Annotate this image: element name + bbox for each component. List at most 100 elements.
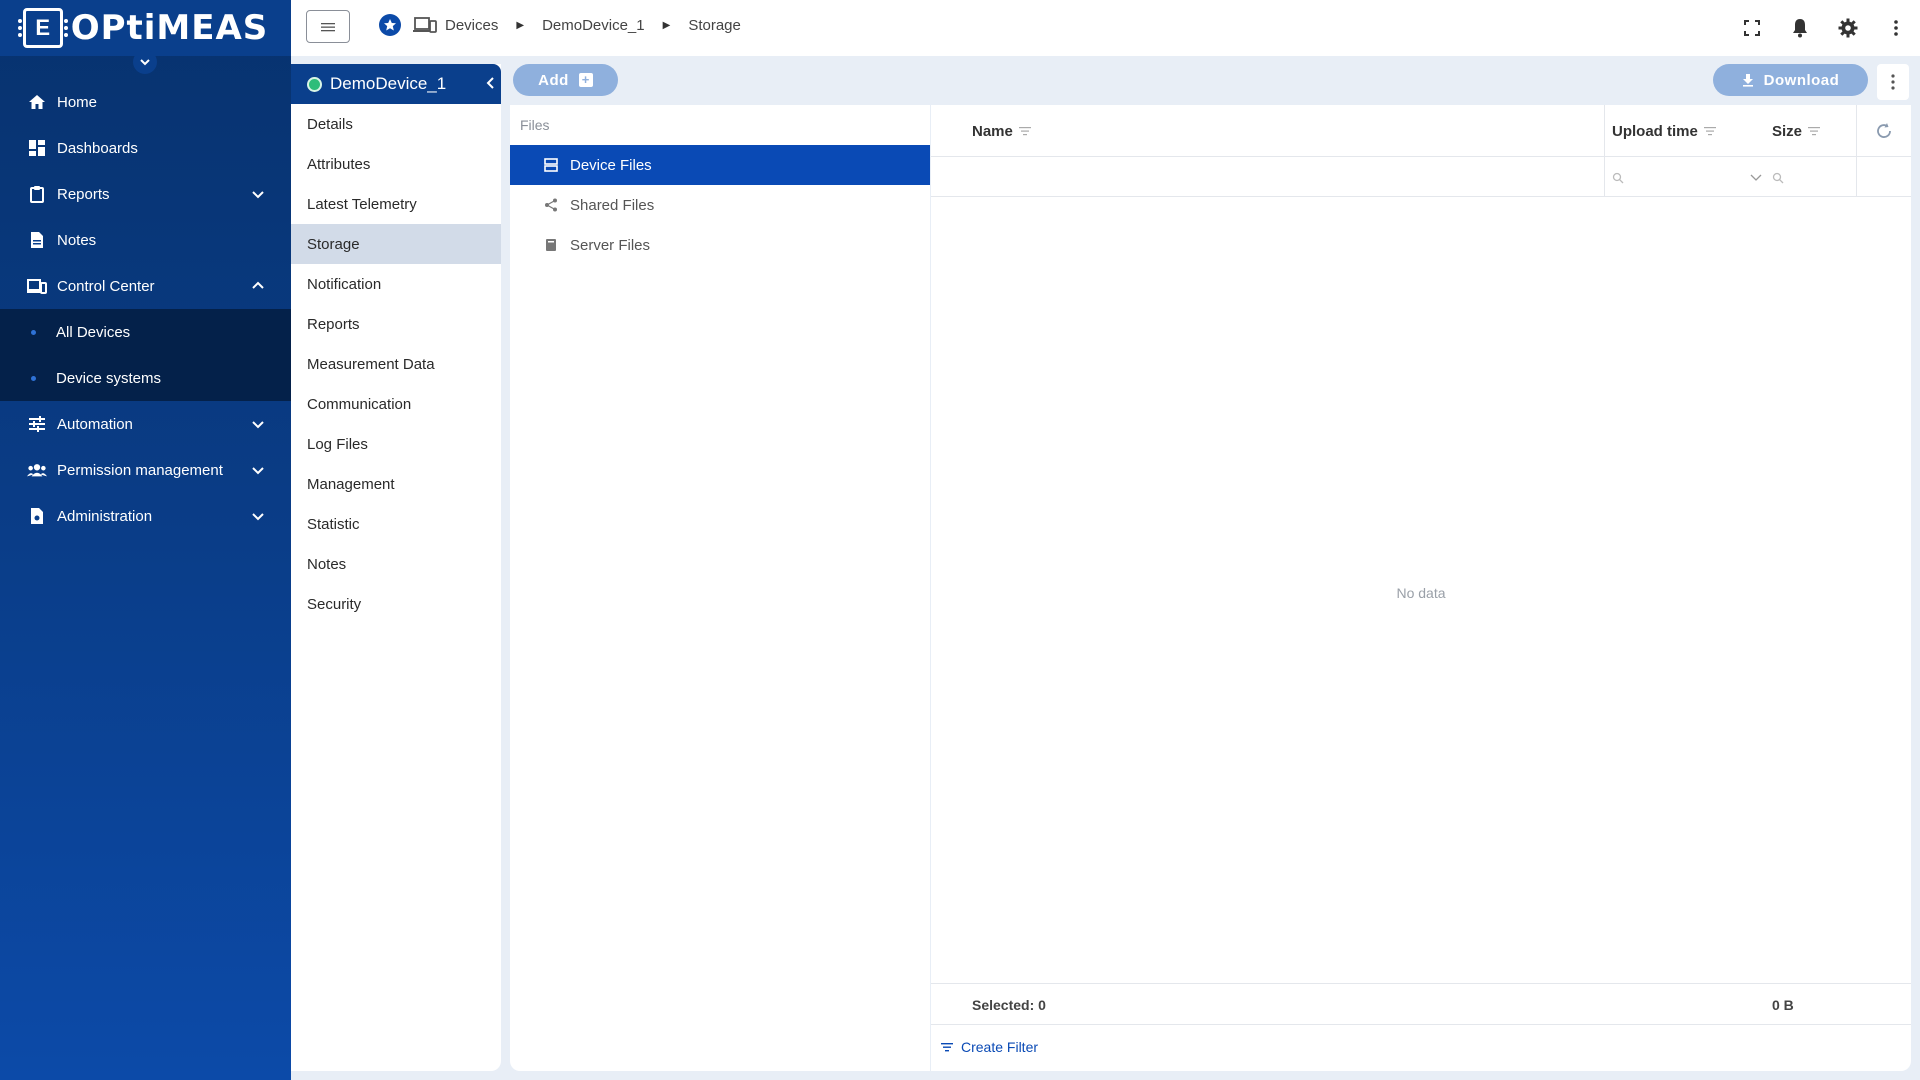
files-item-label: Server Files bbox=[570, 236, 651, 254]
more-options-button[interactable] bbox=[1872, 0, 1920, 56]
sidebar-item-label: Reports bbox=[57, 185, 110, 203]
sidebar-item-permission-management[interactable]: Permission management bbox=[0, 447, 291, 493]
filter-lines-icon bbox=[1808, 127, 1821, 136]
chevron-down-icon bbox=[252, 467, 264, 475]
device-menu-details[interactable]: Details bbox=[291, 104, 501, 144]
breadcrumb-storage: Storage bbox=[688, 16, 741, 34]
favorite-star-icon[interactable] bbox=[379, 14, 401, 36]
empty-state-text: No data bbox=[1396, 585, 1446, 601]
size-filter-input[interactable] bbox=[1772, 169, 1842, 187]
files-item-server-files[interactable]: Server Files bbox=[510, 225, 930, 265]
bell-icon bbox=[1793, 19, 1807, 38]
sidebar-item-dashboards[interactable]: Dashboards bbox=[0, 125, 291, 171]
sidebar-item-notes[interactable]: Notes bbox=[0, 217, 291, 263]
chevron-up-icon bbox=[252, 281, 264, 289]
settings-button[interactable] bbox=[1824, 0, 1872, 56]
device-menu-notes[interactable]: Notes bbox=[291, 544, 501, 584]
fullscreen-button[interactable] bbox=[1728, 0, 1776, 56]
device-menu-statistic[interactable]: Statistic bbox=[291, 504, 501, 544]
device-status-icon bbox=[307, 76, 322, 92]
column-header-name[interactable]: Name bbox=[972, 105, 1031, 157]
logo-chip-icon: E bbox=[17, 8, 68, 48]
download-button-label: Download bbox=[1763, 71, 1840, 89]
column-header-upload-time[interactable]: Upload time bbox=[1612, 105, 1716, 157]
device-panel: DemoDevice_1 Details Attributes Latest T… bbox=[291, 64, 501, 1071]
server-icon bbox=[546, 239, 556, 251]
search-icon bbox=[1612, 172, 1624, 184]
add-button-label: Add bbox=[538, 71, 569, 89]
device-menu-attributes[interactable]: Attributes bbox=[291, 144, 501, 184]
device-header: DemoDevice_1 bbox=[291, 64, 501, 104]
files-item-shared-files[interactable]: Shared Files bbox=[510, 185, 930, 225]
sidebar-item-label: Control Center bbox=[57, 277, 155, 295]
device-menu-communication[interactable]: Communication bbox=[291, 384, 501, 424]
upload-time-filter-select[interactable] bbox=[1612, 169, 1762, 187]
chevron-down-icon bbox=[252, 513, 264, 521]
sidebar-item-administration[interactable]: Administration bbox=[0, 493, 291, 539]
device-menu-measurement-data[interactable]: Measurement Data bbox=[291, 344, 501, 384]
download-icon bbox=[1742, 74, 1753, 87]
sidebar-item-device-systems[interactable]: Device systems bbox=[0, 355, 291, 401]
table-footer: Selected: 0 0 B bbox=[931, 983, 1911, 1025]
sidebar-item-reports[interactable]: Reports bbox=[0, 171, 291, 217]
column-header-label: Upload time bbox=[1612, 122, 1698, 140]
column-header-size[interactable]: Size bbox=[1772, 105, 1821, 157]
download-button[interactable]: Download bbox=[1713, 64, 1868, 96]
sidebar-item-label: Automation bbox=[57, 415, 133, 433]
logo[interactable]: E OPtiMEAS bbox=[0, 0, 291, 56]
create-filter-button[interactable]: Create Filter bbox=[941, 1039, 1038, 1055]
total-size: 0 B bbox=[1772, 997, 1794, 1013]
chevron-down-icon bbox=[140, 59, 150, 66]
add-button[interactable]: Add + bbox=[513, 64, 618, 96]
sidebar-item-automation[interactable]: Automation bbox=[0, 401, 291, 447]
admin-doc-icon bbox=[27, 506, 47, 526]
chevron-down-icon bbox=[252, 421, 264, 429]
create-filter-label: Create Filter bbox=[961, 1039, 1039, 1055]
breadcrumb-device[interactable]: DemoDevice_1 bbox=[542, 17, 645, 34]
device-menu-reports[interactable]: Reports bbox=[291, 304, 501, 344]
top-bar: Devices ▶ DemoDevice_1 ▶ Storage bbox=[291, 0, 1920, 56]
breadcrumb-devices[interactable]: Devices bbox=[445, 17, 498, 34]
plus-box-icon: + bbox=[578, 73, 593, 87]
storage-icon bbox=[544, 158, 558, 172]
table-filter-row bbox=[931, 157, 1911, 197]
sidebar-item-label: Home bbox=[57, 93, 98, 111]
dashboard-icon bbox=[27, 138, 47, 158]
refresh-button[interactable] bbox=[1875, 105, 1893, 157]
sidebar-item-all-devices[interactable]: All Devices bbox=[0, 309, 291, 355]
top-bar-actions bbox=[1728, 0, 1920, 56]
device-menu-storage[interactable]: Storage bbox=[291, 224, 501, 264]
files-tree-panel: Files Device Files Shared Files Server F… bbox=[510, 105, 930, 1071]
device-menu-latest-telemetry[interactable]: Latest Telemetry bbox=[291, 184, 501, 224]
devices-icon bbox=[413, 16, 437, 34]
storage-more-options-button[interactable] bbox=[1877, 64, 1909, 100]
column-header-label: Size bbox=[1772, 122, 1803, 140]
control-center-submenu: All Devices Device systems bbox=[0, 309, 291, 401]
collapse-panel-button[interactable] bbox=[485, 76, 495, 93]
logo-text: OPtiMEAS bbox=[70, 8, 269, 48]
sidebar-item-home[interactable]: Home bbox=[0, 79, 291, 125]
sidebar-item-label: Administration bbox=[57, 507, 153, 525]
files-table: Name Upload time Size No data Selected: … bbox=[931, 105, 1911, 1071]
note-icon bbox=[27, 230, 47, 250]
device-menu-security[interactable]: Security bbox=[291, 584, 501, 624]
sidebar-item-label: All Devices bbox=[56, 323, 131, 341]
device-menu-management[interactable]: Management bbox=[291, 464, 501, 504]
device-menu-log-files[interactable]: Log Files bbox=[291, 424, 501, 464]
devices-icon bbox=[27, 276, 47, 296]
sidebar-item-control-center[interactable]: Control Center bbox=[0, 263, 291, 309]
sidebar-collapse-toggle[interactable] bbox=[133, 50, 157, 74]
files-item-device-files[interactable]: Device Files bbox=[510, 145, 930, 185]
sidebar: E OPtiMEAS Home Dashboards Reports Notes… bbox=[0, 0, 291, 1080]
files-item-label: Shared Files bbox=[570, 196, 655, 214]
share-icon bbox=[545, 198, 557, 212]
menu-toggle-button[interactable] bbox=[306, 10, 350, 43]
breadcrumb-separator-icon: ▶ bbox=[662, 19, 671, 31]
column-header-label: Name bbox=[972, 122, 1013, 140]
kebab-icon bbox=[1891, 74, 1895, 90]
column-divider bbox=[1604, 105, 1605, 157]
device-menu-notification[interactable]: Notification bbox=[291, 264, 501, 304]
gear-icon bbox=[1838, 18, 1858, 38]
notifications-button[interactable] bbox=[1776, 0, 1824, 56]
hamburger-icon bbox=[321, 22, 335, 31]
